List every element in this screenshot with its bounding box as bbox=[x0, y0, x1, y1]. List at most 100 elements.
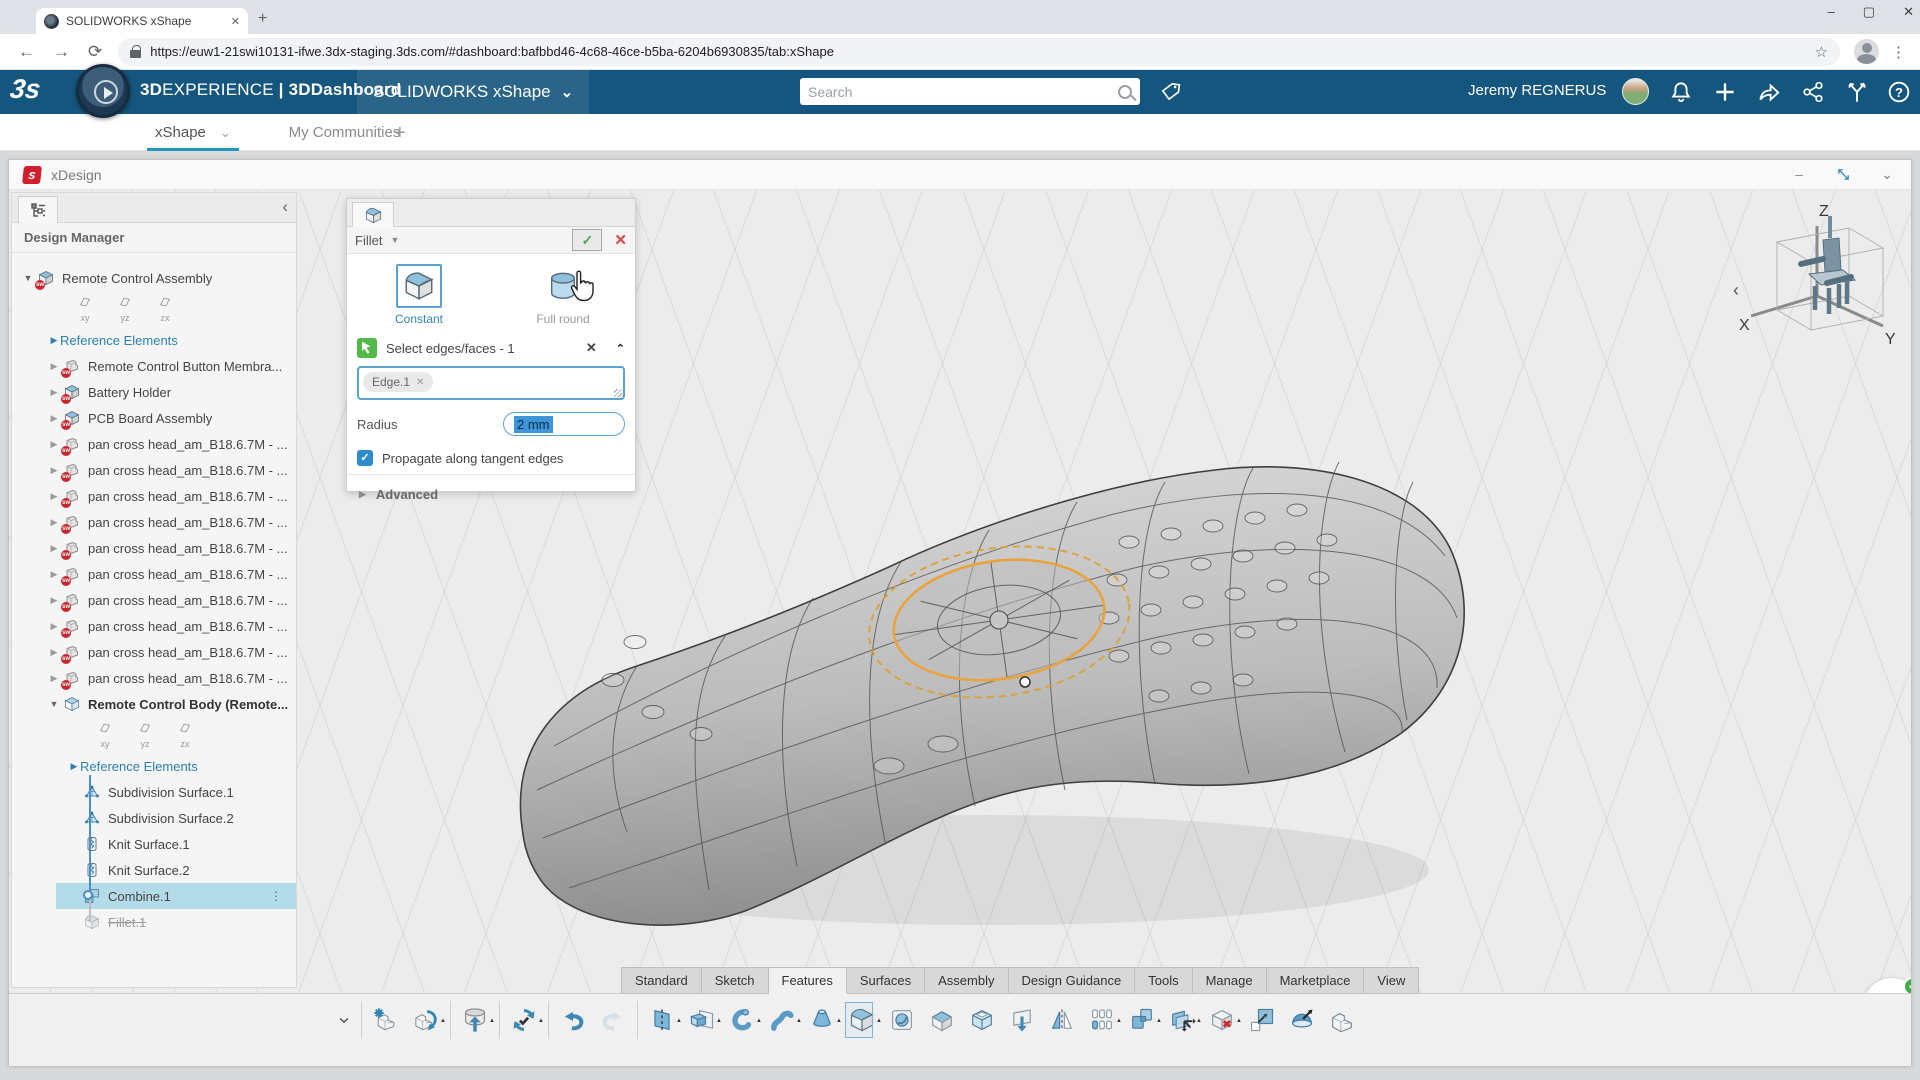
item-context-menu-icon[interactable]: ⋮ bbox=[270, 889, 282, 903]
dropdown-caret-icon[interactable]: ▲ bbox=[538, 1018, 544, 1024]
tree-item-remote-control-button-membra[interactable]: ▶ sw Remote Control Button Membra... bbox=[12, 353, 296, 379]
tree-item-subdivision-surface-2[interactable]: Subdivision Surface.2 bbox=[12, 805, 296, 831]
expand-arrow-icon[interactable]: ▶ bbox=[48, 543, 60, 554]
fillet-type-constant[interactable]: Constant bbox=[347, 264, 491, 326]
people-access-icon[interactable] bbox=[1844, 79, 1870, 105]
selection-chip[interactable]: Edge.1 ✕ bbox=[363, 372, 434, 392]
app-collapse-icon[interactable]: ⌄ bbox=[1881, 166, 1893, 183]
address-bar[interactable]: https://euw1-21swi10131-ifwe.3dx-staging… bbox=[118, 37, 1841, 66]
plane-zx[interactable]: zx bbox=[152, 295, 178, 323]
tree-item-combine-1[interactable]: Combine.1 ⋮ bbox=[12, 883, 296, 909]
tree-item-pan-cross-head-am-b18-6-7m[interactable]: ▶ sw pan cross head_am_B18.6.7M - ... bbox=[12, 483, 296, 509]
tool-open-button[interactable]: ▲ bbox=[406, 999, 446, 1041]
tool-move-button[interactable]: ▲ bbox=[1162, 999, 1202, 1041]
tree-item-remote-control-assembly[interactable]: ▼ sw Remote Control Assembly bbox=[12, 265, 296, 291]
clear-selection-icon[interactable]: ✕ bbox=[586, 340, 597, 356]
tree-item-fillet-1[interactable]: Fillet.1 bbox=[12, 909, 296, 935]
axis-z-label[interactable]: Z bbox=[1819, 203, 1829, 220]
bookmark-star-icon[interactable]: ☆ bbox=[1815, 43, 1828, 61]
expand-arrow-icon[interactable]: ▶ bbox=[48, 335, 60, 346]
expand-arrow-icon[interactable]: ▶ bbox=[48, 621, 60, 632]
tool-body-button[interactable] bbox=[1322, 999, 1362, 1041]
search-icon[interactable] bbox=[1118, 84, 1132, 99]
tree-item-battery-holder[interactable]: ▶ sw Battery Holder bbox=[12, 379, 296, 405]
resize-handle[interactable] bbox=[614, 389, 622, 397]
expand-arrow-icon[interactable]: ▶ bbox=[48, 413, 60, 424]
dropdown-caret-icon[interactable]: ▲ bbox=[489, 1018, 495, 1024]
expand-arrow-icon[interactable]: ▶ bbox=[48, 387, 60, 398]
tool-sketch-plane-button[interactable]: ▲ bbox=[642, 999, 682, 1041]
tree-item-pan-cross-head-am-b18-6-7m[interactable]: ▶ sw pan cross head_am_B18.6.7M - ... bbox=[12, 587, 296, 613]
tree-item-knit-surface-2[interactable]: Knit Surface.2 bbox=[12, 857, 296, 883]
fillet-ok-button[interactable]: ✓ bbox=[572, 229, 603, 251]
app-restore-icon[interactable]: ⤡ bbox=[1838, 166, 1849, 183]
tree-item-pan-cross-head-am-b18-6-7m[interactable]: ▶ sw pan cross head_am_B18.6.7M - ... bbox=[12, 665, 296, 691]
ribbon-tab-marketplace[interactable]: Marketplace bbox=[1266, 967, 1365, 994]
new-tab-button[interactable]: + bbox=[258, 10, 267, 28]
chevron-down-icon[interactable]: ▼ bbox=[390, 235, 572, 245]
tree-item-pcb-board-assembly[interactable]: ▶ sw PCB Board Assembly bbox=[12, 405, 296, 431]
tag-icon[interactable] bbox=[1160, 81, 1182, 103]
edge-manipulator-dot[interactable] bbox=[1019, 676, 1031, 688]
tree-item-pan-cross-head-am-b18-6-7m[interactable]: ▶ sw pan cross head_am_B18.6.7M - ... bbox=[12, 535, 296, 561]
ribbon-tab-view[interactable]: View bbox=[1364, 967, 1420, 994]
current-app-selector[interactable]: SOLIDWORKS xShape ⌄ bbox=[357, 70, 590, 114]
tool-update-button[interactable]: ▲ bbox=[504, 999, 544, 1041]
share-network-icon[interactable] bbox=[1800, 79, 1826, 105]
help-icon[interactable]: ? bbox=[1886, 79, 1912, 105]
user-name[interactable]: Jeremy REGNERUS bbox=[1468, 82, 1606, 99]
axis-y-label[interactable]: Y bbox=[1885, 331, 1896, 348]
fillet-dialog-tab[interactable] bbox=[352, 202, 394, 227]
dashboard-tab-xshape[interactable]: xShape ⌄ bbox=[147, 114, 239, 151]
tree-item-pan-cross-head-am-b18-6-7m[interactable]: ▶ sw pan cross head_am_B18.6.7M - ... bbox=[12, 561, 296, 587]
expand-arrow-icon[interactable]: ▶ bbox=[68, 761, 80, 772]
triad-collapse-icon[interactable]: ‹ bbox=[1733, 280, 1739, 300]
window-minimize-icon[interactable]: – bbox=[1828, 4, 1835, 20]
tree-item-pan-cross-head-am-b18-6-7m[interactable]: ▶ sw pan cross head_am_B18.6.7M - ... bbox=[12, 431, 296, 457]
add-dashboard-tab-button[interactable]: + bbox=[394, 122, 406, 145]
window-maximize-icon[interactable]: ▢ bbox=[1863, 4, 1875, 20]
3ds-logo[interactable]: 3s bbox=[7, 74, 58, 110]
chip-remove-icon[interactable]: ✕ bbox=[416, 377, 424, 388]
ribbon-tab-assembly[interactable]: Assembly bbox=[925, 967, 1009, 994]
compass-icon[interactable] bbox=[76, 64, 130, 118]
expand-arrow-icon[interactable]: ▶ bbox=[48, 595, 60, 606]
tool-pattern-button[interactable]: ▲ bbox=[1082, 999, 1122, 1041]
tool-flex-button[interactable] bbox=[1002, 999, 1042, 1041]
ribbon-tab-standard[interactable]: Standard bbox=[621, 967, 702, 994]
url-text[interactable]: https://euw1-21swi10131-ifwe.3dx-staging… bbox=[150, 44, 1814, 59]
plane-xy[interactable]: xy bbox=[72, 295, 98, 323]
rollback-bar-node[interactable] bbox=[83, 890, 93, 900]
expand-arrow-icon[interactable]: ▶ bbox=[48, 361, 60, 372]
design-manager-tab[interactable] bbox=[18, 196, 58, 223]
tool-sweep-button[interactable]: ▲ bbox=[762, 999, 802, 1041]
expand-arrow-icon[interactable]: ▶ bbox=[48, 517, 60, 528]
tool-new-part-button[interactable] bbox=[366, 999, 406, 1041]
tree-item-reference-elements[interactable]: ▶ Reference Elements bbox=[12, 753, 296, 779]
ribbon-tab-surfaces[interactable]: Surfaces bbox=[846, 967, 926, 994]
tool-save-button[interactable]: ▲ bbox=[455, 999, 495, 1041]
browser-tab[interactable]: SOLIDWORKS xShape ✕ bbox=[36, 8, 248, 34]
window-close-icon[interactable]: ✕ bbox=[1903, 4, 1914, 20]
advanced-section-toggle[interactable]: ▶ Advanced bbox=[347, 479, 635, 510]
tree-item-pan-cross-head-am-b18-6-7m[interactable]: ▶ sw pan cross head_am_B18.6.7M - ... bbox=[12, 509, 296, 535]
tool-delete-button[interactable]: ▲ bbox=[1202, 999, 1242, 1041]
tool-dome-button[interactable] bbox=[1282, 999, 1322, 1041]
ribbon-tab-design-guidance[interactable]: Design Guidance bbox=[1008, 967, 1136, 994]
user-avatar[interactable] bbox=[1622, 78, 1649, 105]
notifications-bell-icon[interactable] bbox=[1668, 79, 1694, 105]
tool-extrude-button[interactable]: ▲ bbox=[682, 999, 722, 1041]
view-triad[interactable]: ‹ Z X Y bbox=[1731, 198, 1901, 358]
collapse-selection-icon[interactable]: ⌃ bbox=[616, 342, 625, 355]
browser-menu-icon[interactable]: ⋮ bbox=[1891, 43, 1906, 61]
tool-loft-button[interactable]: ▲ bbox=[802, 999, 842, 1041]
expand-arrow-icon[interactable]: ▶ bbox=[48, 439, 60, 450]
tool-fillet-button[interactable]: ▲ bbox=[842, 999, 882, 1041]
expand-arrow-icon[interactable]: ▶ bbox=[48, 491, 60, 502]
expand-arrow-icon[interactable]: ▶ bbox=[48, 673, 60, 684]
tree-item-knit-surface-1[interactable]: Knit Surface.1 bbox=[12, 831, 296, 857]
tool-collapse-toolbar-icon[interactable] bbox=[331, 999, 357, 1041]
back-icon[interactable]: ← bbox=[18, 42, 35, 62]
plane-xy[interactable]: xy bbox=[92, 721, 118, 749]
tree-item-reference-elements[interactable]: ▶ Reference Elements bbox=[12, 327, 296, 353]
